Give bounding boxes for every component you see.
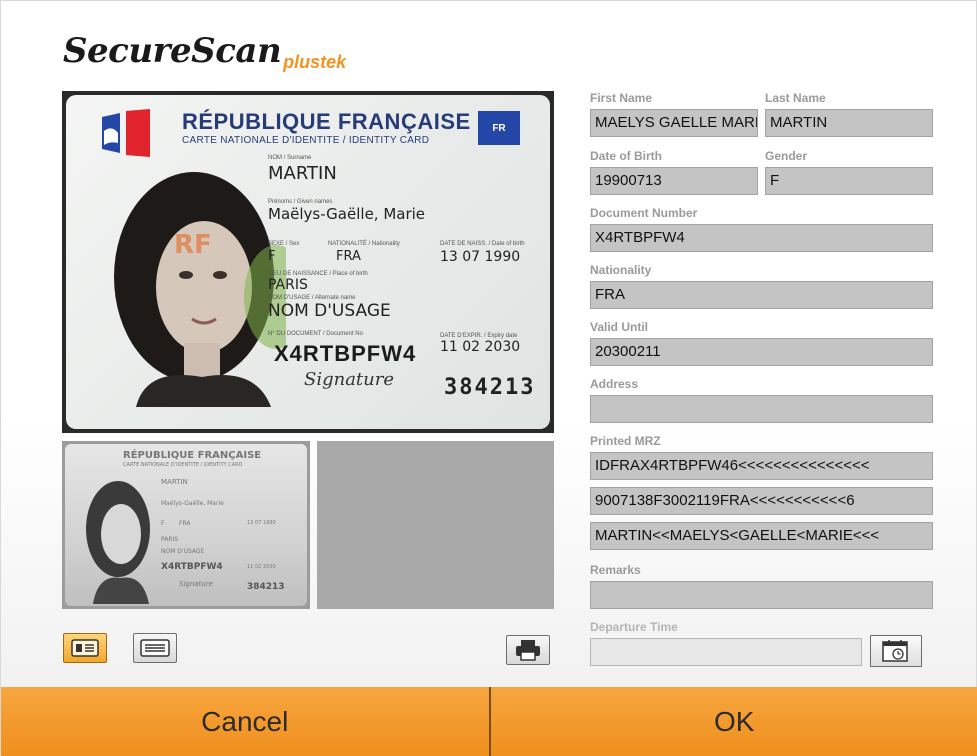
dob-field[interactable]: 19900713 [590,167,758,195]
thumb-doc-number: X4RTBPFW4 [161,562,223,572]
thumb-sex: F [161,520,165,527]
gender-field[interactable]: F [765,167,933,195]
expiry-value: 11 02 2030 [440,339,521,355]
cancel-button[interactable]: Cancel [1,687,489,756]
dob-label: DATE DE NAISS. / Date of birth [440,241,525,247]
departure-time-field[interactable] [590,638,862,666]
address-field[interactable] [590,395,933,423]
nationality-field[interactable]: FRA [590,281,933,309]
sex-value: F [268,249,276,264]
first-name-field[interactable]: MAELYS GAELLE MARIE [590,109,758,137]
nationality-value: FRA [336,249,361,264]
thumb-nationality: FRA [179,520,191,527]
thumb-expiry: 11 02 2030 [247,564,276,570]
marianne-logo [102,109,150,157]
given-names-value: Maëlys-Gaëlle, Marie [268,205,426,223]
mrz-line-1-field[interactable]: IDFRAX4RTBPFW46<<<<<<<<<<<<<<< [590,452,933,480]
app-logo: SecureScan plustek [63,31,347,72]
nationality-label: NATIONALITÉ / Nationality [328,241,400,247]
departure-time-picker-button[interactable] [870,635,922,667]
mrz-label: Printed MRZ [590,434,661,448]
svg-text:RF: RF [174,230,212,260]
holder-photo: RF [114,172,286,407]
last-name-field[interactable]: MARTIN [765,109,933,137]
thumb-holder-photo [86,481,150,604]
footer-action-bar: Cancel OK [1,687,977,756]
thumb-title: RÉPUBLIQUE FRANÇAISE [123,450,262,461]
doc-number-value: X4RTBPFW4 [274,341,417,366]
valid-until-field[interactable]: 20300211 [590,338,933,366]
remarks-field[interactable] [590,581,933,609]
remarks-label: Remarks [590,563,641,577]
eu-flag-icon: FR [478,111,520,145]
card-type-subtitle: CARTE NATIONALE D'IDENTITE / IDENTITY CA… [182,135,430,146]
doc-number-label: N° DU DOCUMENT / Document No [268,331,363,337]
mrz-view-button[interactable] [133,633,177,663]
thumb-subtitle: CARTE NATIONALE D'IDENTITE / IDENTITY CA… [123,462,243,468]
dob-value: 13 07 1990 [440,249,521,265]
id-card-icon [71,639,99,657]
surname-label: NOM / Surname [268,155,312,161]
valid-until-label: Valid Until [590,320,649,334]
logo-sub-text: plustek [283,52,347,72]
thumb-surname: MARTIN [161,478,188,486]
empty-image-slot [317,441,554,609]
card-country-title: RÉPUBLIQUE FRANÇAISE [182,109,471,134]
thumb-usage-name: NOM D'USAGE [161,548,205,555]
surname-value: MARTIN [268,163,337,184]
thumb-can: 384213 [247,582,285,592]
usage-name-value: NOM D'USAGE [268,301,391,321]
calendar-clock-icon [882,640,908,662]
thumb-signature: Signature [179,580,213,588]
card-access-number: 384213 [444,375,536,400]
dob-label: Date of Birth [590,149,662,163]
doc-number-label: Document Number [590,206,698,220]
eu-country-code: FR [492,122,506,134]
gender-label: Gender [765,149,808,163]
printer-icon [516,640,540,661]
logo-main-text: SecureScan [63,31,282,71]
doc-number-field[interactable]: X4RTBPFW4 [590,224,933,252]
sex-label: SEXE / Sex [268,241,300,247]
pob-value: PARIS [268,277,308,293]
thumb-given-names: Maëlys-Gaëlle, Marie [161,500,224,507]
mrz-line-2-field[interactable]: 9007138F3002119FRA<<<<<<<<<<<6 [590,487,933,515]
last-name-label: Last Name [765,91,826,105]
first-name-label: First Name [590,91,653,105]
departure-time-label: Departure Time [590,620,678,634]
signature-image: Signature [304,369,395,390]
mrz-line-3-field[interactable]: MARTIN<<MAELYS<GAELLE<MARIE<<< [590,522,933,550]
thumb-dob: 13 07 1990 [247,520,276,526]
id-card-view-button[interactable] [63,633,107,663]
mrz-lines-icon [140,639,170,657]
address-label: Address [590,377,639,391]
ok-button[interactable]: OK [490,687,977,756]
print-button[interactable] [506,635,550,665]
nationality-label: Nationality [590,263,652,277]
thumb-pob: PARIS [161,536,179,543]
id-card-infrared-image: RÉPUBLIQUE FRANÇAISE CARTE NATIONALE D'I… [62,441,310,609]
id-card-front-image: RÉPUBLIQUE FRANÇAISE CARTE NATIONALE D'I… [62,91,554,433]
